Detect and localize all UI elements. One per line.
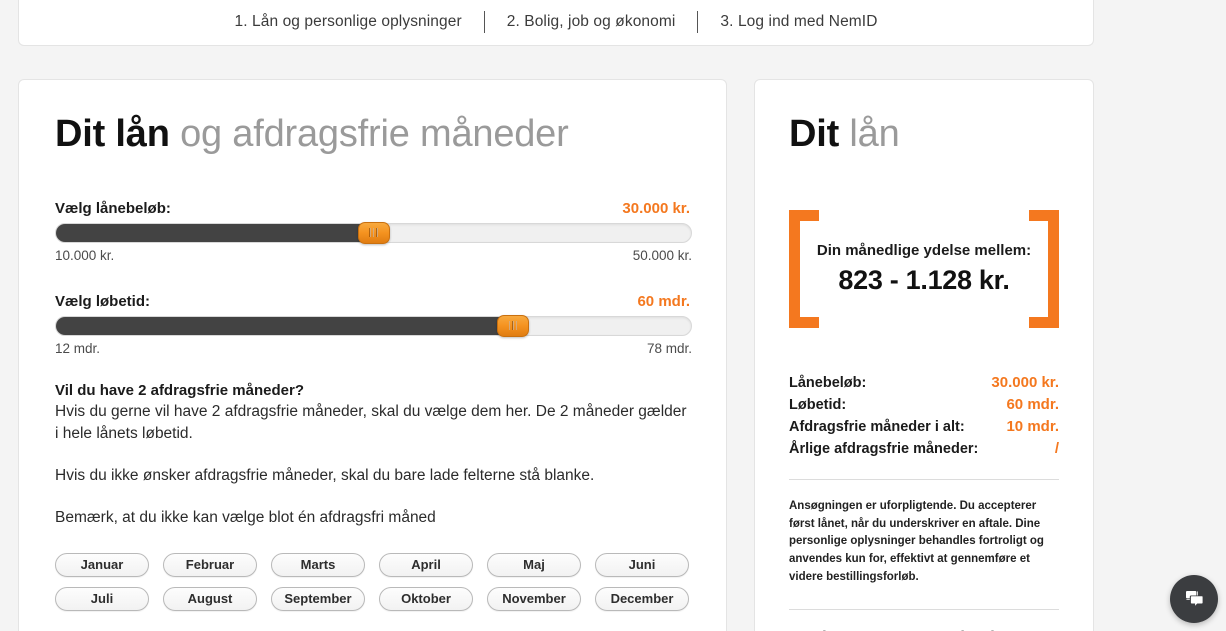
page-title-rest: og afdragsfrie måneder	[169, 113, 569, 155]
summary-row-interest-free-total: Afdragsfrie måneder i alt: 10 mdr.	[789, 418, 1059, 435]
month-button-januar[interactable]: Januar	[55, 552, 149, 577]
loan-amount-slider-block: Vælg lånebeløb: 30.000 kr. 10.000 kr. 50…	[55, 200, 692, 263]
summary-value: 30.000 kr.	[991, 373, 1059, 391]
loan-term-header: Vælg løbetid: 60 mdr.	[55, 293, 690, 310]
summary-key: Afdragsfrie måneder i alt:	[789, 418, 965, 435]
month-button-juli[interactable]: Juli	[55, 586, 149, 611]
month-button-oktober[interactable]: Oktober	[379, 586, 473, 611]
loan-term-range: 12 mdr. 78 mdr.	[55, 341, 692, 356]
page-title: Dit lån og afdragsfrie måneder	[55, 113, 690, 156]
interest-free-paragraph-1: Hvis du gerne vil have 2 afdragsfrie mån…	[55, 402, 687, 442]
chat-bubbles-icon	[1185, 590, 1204, 608]
loan-amount-range: 10.000 kr. 50.000 kr.	[55, 248, 692, 263]
month-button-juni[interactable]: Juni	[595, 552, 689, 577]
summary-value: 10 mdr.	[1006, 417, 1059, 435]
monthly-payment-box: Din månedlige ydelse mellem: 823 - 1.128…	[789, 209, 1059, 328]
loan-term-label: Vælg løbetid:	[55, 292, 150, 310]
step-item-3[interactable]: 3. Log ind med NemID	[698, 13, 899, 31]
month-button-november[interactable]: November	[487, 586, 581, 611]
loan-term-slider-fill	[56, 316, 514, 335]
summary-value: /	[1054, 439, 1059, 457]
loan-amount-slider[interactable]	[55, 221, 692, 244]
summary-key: Lånebeløb:	[789, 374, 867, 391]
summary-value: 60 mdr.	[1006, 395, 1059, 413]
interest-free-paragraph-3: Bemærk, at du ikke kan vælge blot én afd…	[55, 508, 436, 526]
loan-term-max: 78 mdr.	[646, 340, 692, 356]
loan-term-slider-handle[interactable]	[497, 314, 530, 337]
loan-term-min: 12 mdr.	[55, 340, 101, 356]
summary-key: Løbetid:	[789, 396, 847, 413]
month-button-maj[interactable]: Maj	[487, 552, 581, 577]
loan-amount-max: 50.000 kr.	[632, 247, 692, 263]
summary-title-bold: Dit	[789, 113, 840, 155]
disclaimer-text: Ansøgningen er uforpligtende. Du accepte…	[789, 499, 1044, 584]
grip-line-icon	[515, 321, 518, 331]
summary-title: Dit lån	[789, 113, 1059, 156]
summary-list: Lånebeløb: 30.000 kr. Løbetid: 60 mdr. A…	[789, 374, 1059, 457]
grip-line-icon	[376, 228, 378, 238]
month-button-december[interactable]: December	[595, 586, 689, 611]
month-button-september[interactable]: September	[271, 586, 365, 611]
chat-widget-button[interactable]	[1170, 575, 1218, 623]
grip-line-icon	[372, 228, 375, 238]
summary-key: Årlige afdragsfrie måneder:	[789, 440, 979, 457]
step-list: 1. Lån og personlige oplysninger 2. Boli…	[212, 10, 899, 33]
loan-configuration-card: Dit lån og afdragsfrie måneder Vælg låne…	[18, 79, 727, 631]
loan-amount-slider-fill	[56, 223, 374, 242]
summary-row-loan-amount: Lånebeløb: 30.000 kr.	[789, 374, 1059, 391]
interest-free-paragraph-2: Hvis du ikke ønsker afdragsfrie måneder,…	[55, 466, 595, 484]
page-root: 1. Lån og personlige oplysninger 2. Boli…	[0, 0, 1226, 631]
monthly-payment-value: 823 - 1.128 kr.	[838, 264, 1010, 295]
loan-amount-header: Vælg lånebeløb: 30.000 kr.	[55, 200, 690, 217]
grip-line-icon	[508, 321, 511, 331]
step-navigation-bar: 1. Lån og personlige oplysninger 2. Boli…	[18, 0, 1094, 46]
month-button-februar[interactable]: Februar	[163, 552, 257, 577]
month-button-marts[interactable]: Marts	[271, 552, 365, 577]
loan-term-slider[interactable]	[55, 314, 692, 337]
disclaimer-divider	[789, 608, 1059, 610]
step-item-1[interactable]: 1. Lån og personlige oplysninger	[212, 13, 483, 31]
loan-amount-label: Vælg lånebeløb:	[55, 199, 171, 217]
bracket-left-icon	[789, 209, 819, 328]
monthly-payment-label: Din månedlige ydelse mellem:	[816, 241, 1032, 259]
summary-title-rest: lån	[839, 113, 900, 155]
loan-summary-card: Dit lån Din månedlige ydelse mellem: 823…	[754, 79, 1094, 631]
loan-amount-min: 10.000 kr.	[55, 247, 115, 263]
month-selector: Januar Februar Marts April Maj Juni Juli…	[55, 552, 692, 611]
loan-term-slider-block: Vælg løbetid: 60 mdr. 12 mdr. 78 mdr.	[55, 293, 692, 356]
summary-row-interest-free-yearly: Årlige afdragsfrie måneder: /	[789, 440, 1059, 457]
step-item-2[interactable]: 2. Bolig, job og økonomi	[485, 13, 698, 31]
loan-amount-value: 30.000 kr.	[622, 199, 690, 217]
summary-row-term: Løbetid: 60 mdr.	[789, 396, 1059, 413]
summary-divider	[789, 478, 1059, 480]
grip-line-icon	[369, 228, 371, 238]
bracket-right-icon	[1029, 209, 1059, 328]
month-button-august[interactable]: August	[163, 586, 257, 611]
loan-term-value: 60 mdr.	[637, 292, 690, 310]
page-title-bold: Dit lån	[55, 113, 170, 155]
month-button-april[interactable]: April	[379, 552, 473, 577]
interest-free-question-title: Vil du have 2 afdragsfrie måneder?	[55, 381, 304, 399]
grip-line-icon	[512, 321, 514, 331]
loan-amount-slider-handle[interactable]	[357, 221, 390, 244]
